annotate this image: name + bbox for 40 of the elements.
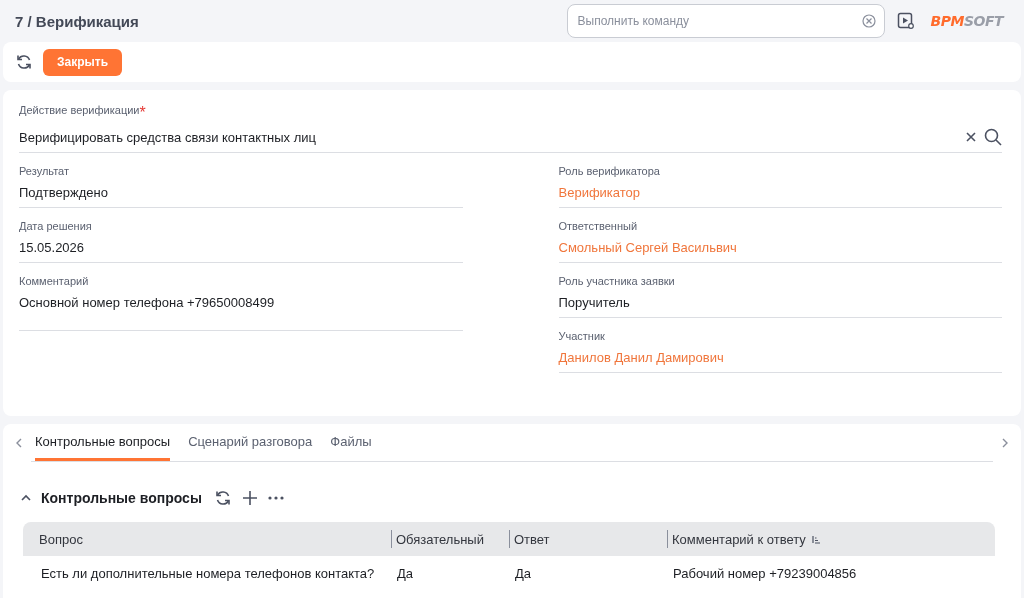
logo: BPMSOFT [930,13,1003,29]
table-cell: Есть ли дополнительные номера телефонов контакта? [41,566,375,581]
field-label: Результат [19,165,71,177]
field-value: Основной номер телефона +79650008499 [19,295,276,311]
section-title: Контрольные вопросы [41,490,202,506]
process-icon[interactable] [896,12,915,30]
column-header[interactable]: Обязательный [396,531,484,547]
required-mark: * [139,104,146,122]
sort-icon[interactable] [811,534,821,544]
page-title: 7 / Верификация [15,12,139,30]
collapse-icon[interactable] [21,494,31,502]
field-value: 15.05.2026 [19,240,86,256]
column-header[interactable]: Комментарий к ответу [672,531,806,547]
field-label: Роль участника заявки [558,275,676,287]
refresh-icon[interactable] [213,489,232,507]
field-value: Подтверждено [19,185,109,201]
table-cell: Да [515,566,532,581]
tab[interactable]: Файлы [330,422,372,461]
tab[interactable]: Сценарий разговора [188,422,313,461]
field-label: Действие верификации [19,104,140,118]
table-cell: Да [397,566,414,581]
more-icon[interactable] [267,496,284,500]
column-header[interactable]: Ответ [514,531,550,547]
scroll-left-icon[interactable] [16,438,22,448]
tab[interactable]: Контрольные вопросы [35,422,171,461]
field-label: Комментарий [19,275,90,287]
field-value: Поручитель [558,295,631,311]
field-value[interactable]: Верифицировать средства связи контактных лиц [19,130,958,146]
refresh-icon[interactable] [15,53,33,71]
scroll-right-icon[interactable] [1002,438,1008,448]
column-header[interactable]: Вопрос [39,531,83,547]
field-label: Ответственный [558,220,639,232]
field-label: Участник [558,330,606,342]
field-label: Дата решения [19,220,93,232]
add-icon[interactable] [241,490,258,506]
clear-icon[interactable] [966,132,976,142]
search-icon[interactable] [984,128,1002,146]
field-label: Роль верификатора [558,165,661,177]
table-cell: Рабочий номер +79239004856 [673,566,857,581]
command-field[interactable]: Выполнить команду [566,4,885,38]
